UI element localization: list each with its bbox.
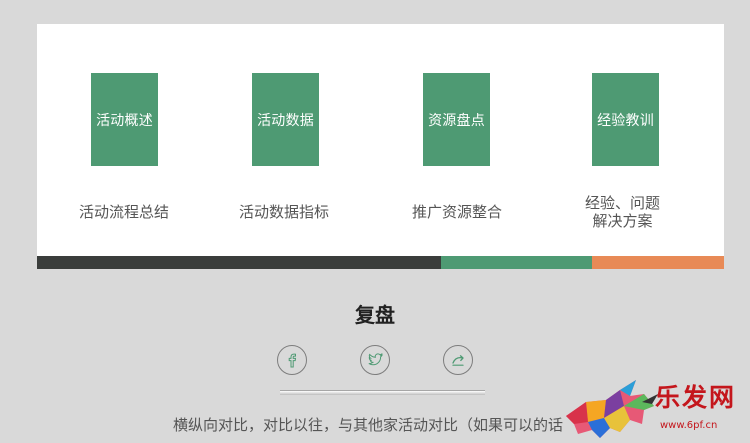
watermark-url: www.6pf.cn <box>660 420 718 431</box>
step-box-data: 活动数据 <box>252 73 319 166</box>
bar-segment-orange <box>592 256 724 269</box>
step-caption-overview: 活动流程总结 <box>79 203 170 221</box>
step-box-lessons: 经验教训 <box>592 73 659 166</box>
facebook-icon[interactable] <box>277 345 307 375</box>
share-icon[interactable] <box>443 345 473 375</box>
watermark-name: 乐发网 <box>655 383 737 412</box>
step-box-resources: 资源盘点 <box>423 73 490 166</box>
share-glyph <box>452 355 464 366</box>
divider-line <box>280 390 485 395</box>
twitter-icon[interactable] <box>360 345 390 375</box>
step-caption-data: 活动数据指标 <box>239 203 330 221</box>
color-progress-bar <box>37 256 724 269</box>
step-caption-lessons-line1: 经验、问题 <box>585 194 661 212</box>
bar-segment-dark <box>37 256 441 269</box>
summary-text: 横纵向对比，对比以往，与其他家活动对比（如果可以的话 <box>173 416 564 434</box>
step-caption-resources: 推广资源整合 <box>412 203 503 221</box>
section-title: 复盘 <box>355 303 395 327</box>
facebook-glyph <box>288 353 297 368</box>
bar-segment-green <box>441 256 592 269</box>
diagram-card: 活动概述 活动数据 资源盘点 经验教训 活动流程总结 活动数据指标 推广资源整合… <box>37 24 724 256</box>
step-caption-lessons: 经验、问题 解决方案 <box>585 194 660 230</box>
step-box-overview: 活动概述 <box>91 73 158 166</box>
step-caption-lessons-line2: 解决方案 <box>592 212 653 230</box>
twitter-glyph <box>368 352 384 366</box>
